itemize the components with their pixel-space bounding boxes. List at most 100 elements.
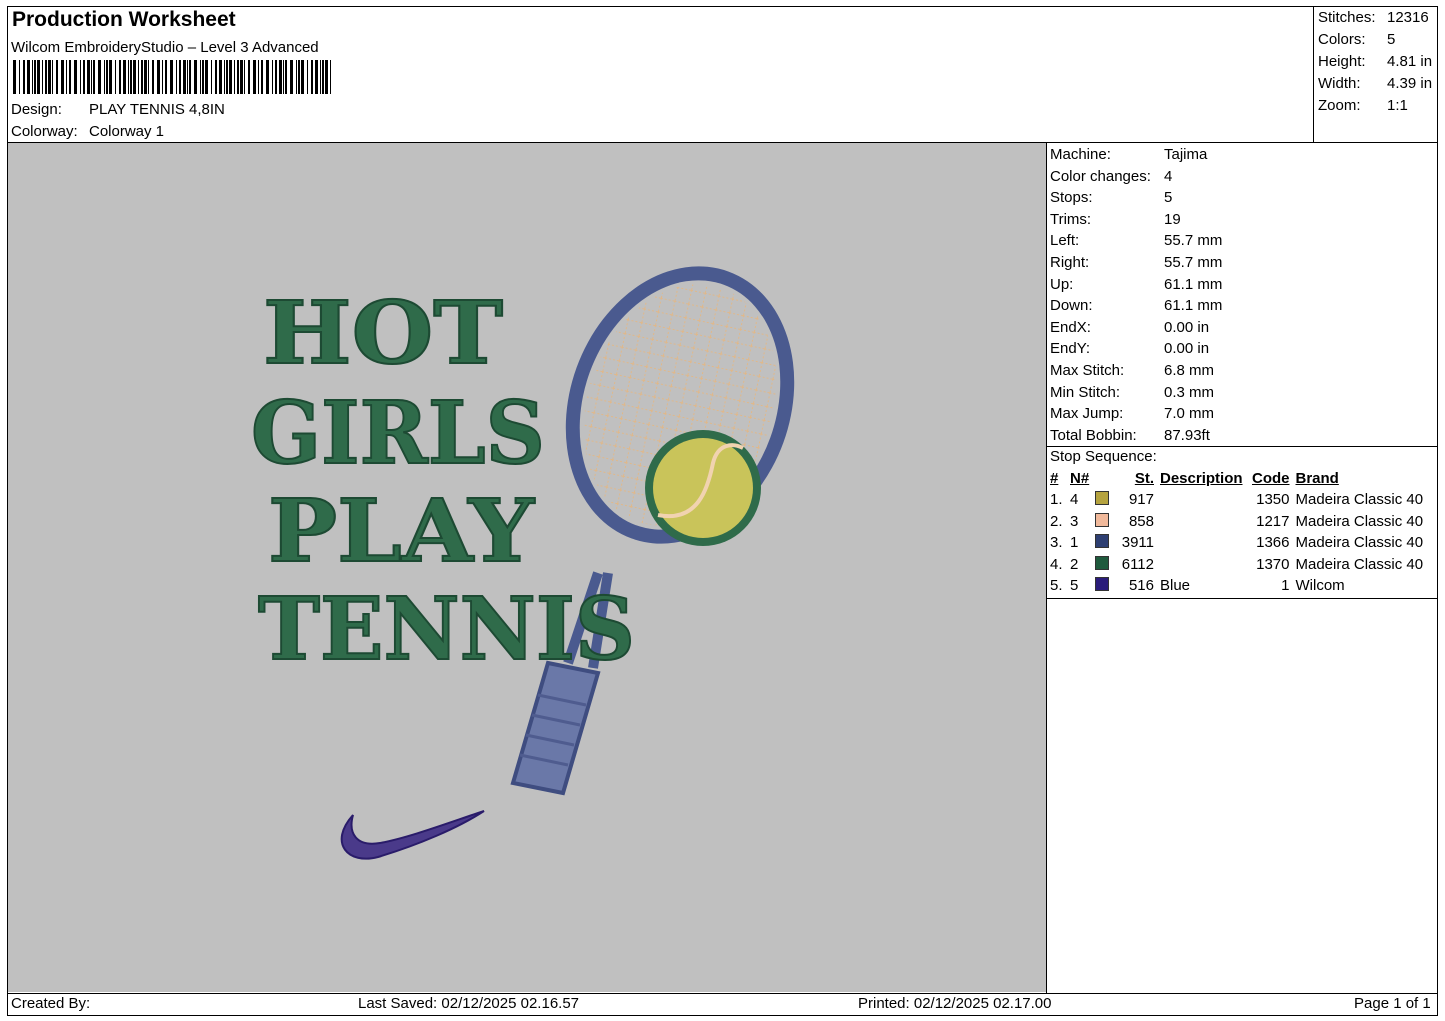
barcode-bar [123, 60, 126, 94]
info-value: 61.1 mm [1164, 275, 1223, 293]
info-row: Down: 61.1 mm [1050, 295, 1222, 317]
stop-row: 4. 2 6112 1370 Madeira Classic 40 [1047, 554, 1426, 576]
info-label: Machine: [1050, 146, 1111, 163]
info-row: Min Stitch: 0.3 mm [1050, 382, 1222, 404]
stop-num: 3. [1050, 534, 1063, 552]
stops-divider [1046, 598, 1438, 599]
design-value: PLAY TENNIS 4,8IN [89, 101, 225, 118]
barcode-bar [152, 60, 154, 94]
barcode-bar [311, 60, 313, 94]
barcode-bar [148, 60, 149, 94]
stat-value: 12316 [1387, 9, 1429, 26]
barcode-bar [170, 60, 173, 94]
barcode-bar [13, 60, 16, 94]
racket-handle [510, 660, 601, 796]
barcode-bar [87, 60, 90, 94]
col-code: Code [1252, 470, 1290, 487]
stat-row: Zoom: 1:1 [1318, 95, 1432, 117]
stop-stitches: 917 [1128, 491, 1154, 508]
stop-description [1157, 554, 1249, 576]
info-row: Total Bobbin: 87.93ft [1050, 425, 1222, 447]
barcode-bar [298, 60, 300, 94]
design-line-1: HOT [263, 283, 503, 384]
barcode-bar [258, 60, 259, 94]
barcode-bar [275, 60, 277, 94]
colorway-row: Colorway: Colorway 1 [11, 123, 164, 140]
color-swatch [1095, 555, 1110, 570]
stop-needle: 2 [1067, 554, 1115, 576]
stop-description [1157, 532, 1249, 554]
stop-brand: Madeira Classic 40 [1295, 555, 1424, 573]
barcode-bar [315, 60, 318, 94]
stop-description: Blue [1160, 577, 1191, 595]
barcode-bar [162, 60, 163, 94]
barcode-bar [279, 60, 282, 94]
stop-row: 2. 3 858 1217 Madeira Classic 40 [1047, 511, 1426, 533]
swoosh-logo [340, 810, 485, 860]
barcode-bar [244, 60, 245, 94]
barcode-bar [301, 60, 304, 94]
barcode-bar [176, 60, 177, 94]
barcode-bar [42, 60, 43, 94]
barcode-bar [283, 60, 284, 94]
barcode-bar [66, 60, 67, 94]
barcode-bar [32, 60, 33, 94]
info-value: 55.7 mm [1164, 253, 1223, 271]
info-row: EndX: 0.00 in [1050, 317, 1222, 339]
stop-description [1157, 511, 1249, 533]
design-line-2: GIRLS [251, 383, 545, 484]
barcode-bar [194, 60, 197, 94]
barcode-bar [133, 60, 136, 94]
tennis-ball [645, 430, 761, 546]
barcode-bar [285, 60, 287, 94]
info-value: 87.93ft [1164, 426, 1210, 444]
needle-number: 1 [1070, 534, 1079, 552]
info-row: Trims: 19 [1050, 209, 1222, 231]
stat-row: Width: 4.39 in [1318, 73, 1432, 95]
stop-brand: Madeira Classic 40 [1295, 534, 1424, 552]
info-row: EndY: 0.00 in [1050, 338, 1222, 360]
info-label: Stops: [1050, 189, 1093, 207]
software-name: Wilcom EmbroideryStudio – Level 3 Advanc… [11, 39, 319, 56]
barcode-bar [234, 60, 235, 94]
barcode-bar [322, 60, 324, 94]
info-label: Up: [1050, 275, 1074, 293]
stop-brand: Wilcom [1295, 577, 1345, 595]
barcode-bar [144, 60, 147, 94]
info-label: Max Stitch: [1050, 361, 1125, 379]
stat-label: Height: [1318, 53, 1366, 70]
stop-description [1157, 489, 1249, 511]
barcode-bar [61, 60, 64, 94]
stop-code: 1350 [1256, 491, 1290, 508]
barcode-bar [290, 60, 293, 94]
info-label: Color changes: [1050, 167, 1151, 185]
stat-row: Height: 4.81 in [1318, 51, 1432, 73]
barcode-bar [23, 60, 25, 94]
stop-brand: Madeira Classic 40 [1295, 491, 1424, 508]
needle-number: 4 [1070, 491, 1079, 508]
stop-code: 1 [1281, 577, 1290, 595]
barcode-bar [253, 60, 256, 94]
barcode-bar [229, 60, 232, 94]
design-line-4: TENNIS [258, 579, 635, 680]
stat-label: Stitches: [1318, 9, 1376, 26]
stop-needle: 1 [1067, 532, 1115, 554]
info-value: 7.0 mm [1164, 405, 1215, 423]
stat-value: 4.39 in [1387, 75, 1433, 92]
info-row: Left: 55.7 mm [1050, 230, 1222, 252]
stop-code: 1366 [1256, 534, 1290, 552]
barcode-bar [52, 60, 53, 94]
stat-label: Colors: [1318, 31, 1366, 48]
info-row: Machine: Tajima [1050, 144, 1222, 166]
design-preview[interactable]: HOT GIRLS PLAY TENNIS [8, 143, 1046, 992]
barcode-bar [215, 60, 217, 94]
barcode-bar [219, 60, 222, 94]
info-value: 55.7 mm [1164, 232, 1223, 250]
barcode-bar [179, 60, 181, 94]
barcode-bar [74, 60, 77, 94]
barcode-bar [19, 60, 20, 94]
info-row: Up: 61.1 mm [1050, 274, 1222, 296]
barcode-bar [202, 60, 204, 94]
barcode-bar [93, 60, 95, 94]
info-label: Right: [1050, 253, 1090, 271]
